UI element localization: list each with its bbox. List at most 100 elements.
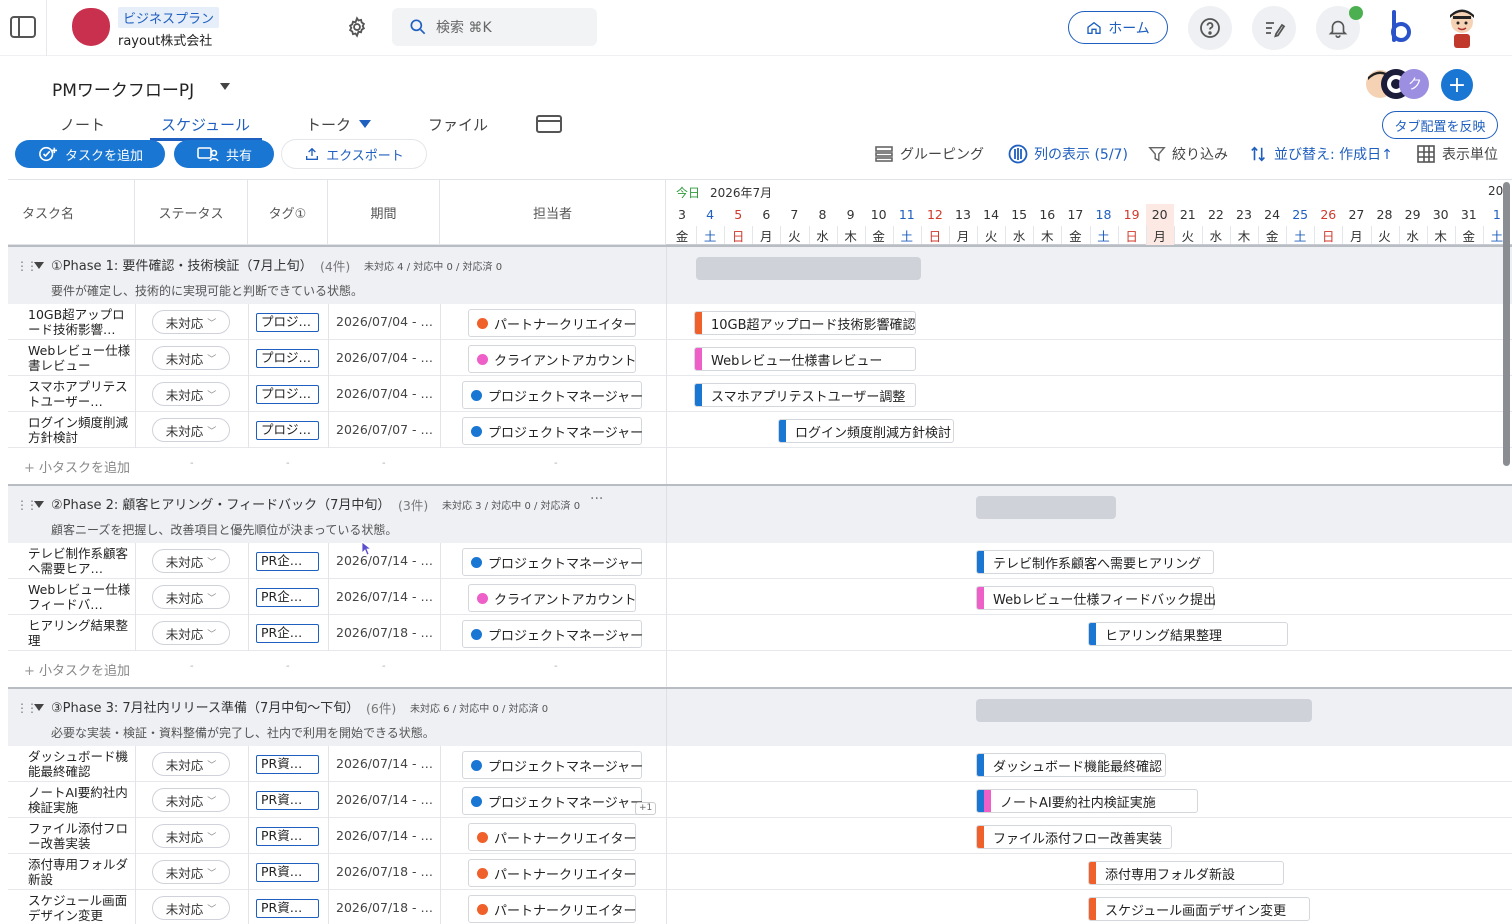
assignee-chip[interactable]: プロジェクトマネージャー <box>462 751 643 779</box>
home-button[interactable]: ホーム <box>1068 11 1168 44</box>
assignee-chip[interactable]: パートナークリエイター <box>468 859 636 887</box>
assignee-chip[interactable]: クライアントアカウント <box>468 345 636 373</box>
table-row[interactable]: 添付専用フォルダ新設 未対応 ﹀ PR資… 2026/07/18 - … パートナークリエ… <box>8 854 1512 890</box>
period-value[interactable]: 2026/07/18 - … <box>336 900 433 915</box>
assignee-chip[interactable]: プロジェクトマネージャー <box>462 417 643 445</box>
status-dropdown[interactable]: 未対応 ﹀ <box>152 310 230 334</box>
table-row[interactable]: ダッシュボード機能最終確認 未対応 ﹀ PR資… 2026/07/14 - … プロジェク… <box>8 746 1512 782</box>
grouping-button[interactable]: グルーピング <box>874 144 984 164</box>
table-row[interactable]: スケジュール画面デザイン変更 未対応 ﹀ PR資… 2026/07/18 - … パートナ… <box>8 890 1512 924</box>
status-dropdown[interactable]: 未対応 ﹀ <box>152 585 230 609</box>
add-member-button[interactable]: + <box>1441 69 1473 101</box>
sort-button[interactable]: 並び替え: 作成日↑ <box>1250 144 1393 164</box>
board-view-icon[interactable] <box>536 115 562 133</box>
column-header-task[interactable]: タスク名 <box>8 180 135 245</box>
tag-chip[interactable]: PR企… <box>256 624 319 643</box>
gantt-task-bar[interactable]: 添付専用フォルダ新設 <box>1088 861 1284 885</box>
vertical-scrollbar[interactable] <box>1503 182 1510 466</box>
tag-chip[interactable]: PR企… <box>256 552 319 571</box>
b-logo-icon[interactable] <box>1386 10 1416 44</box>
tag-chip[interactable]: プロジ… <box>256 385 319 404</box>
drag-handle-icon[interactable]: ⋮⋮ <box>16 259 38 273</box>
table-row[interactable]: 10GB超アップロード技術影響… 未対応 ﹀ プロジ… 2026/07/04 - … パー… <box>8 304 1512 340</box>
table-row[interactable]: ログイン頻度削減方針検討 未対応 ﹀ プロジ… 2026/07/07 - … プロジェクト… <box>8 412 1512 448</box>
status-dropdown[interactable]: 未対応 ﹀ <box>152 752 230 776</box>
assignee-chip[interactable]: パートナークリエイター <box>468 823 636 851</box>
chevron-down-icon[interactable] <box>359 120 371 128</box>
group-header[interactable]: ⋮⋮ ①Phase 1: 要件確認・技術検証（7月上旬） (4件) 未対応 4 / 対… <box>8 245 1512 306</box>
apply-tab-layout-button[interactable]: タブ配置を反映 <box>1382 111 1498 139</box>
gantt-task-bar[interactable]: ファイル添付フロー改善実装 <box>976 825 1172 849</box>
columns-button[interactable]: 列の表示 (5/7) <box>1008 144 1128 164</box>
collapse-caret-icon[interactable] <box>34 501 44 508</box>
tag-chip[interactable]: PR資… <box>256 863 319 882</box>
gantt-task-bar[interactable]: テレビ制作系顧客へ需要ヒアリング <box>976 550 1214 574</box>
tag-chip[interactable]: PR資… <box>256 827 319 846</box>
status-dropdown[interactable]: 未対応 ﹀ <box>152 418 230 442</box>
help-button[interactable] <box>1188 6 1232 50</box>
tag-chip[interactable]: PR企… <box>256 588 319 607</box>
collapse-caret-icon[interactable] <box>34 262 44 269</box>
period-value[interactable]: 2026/07/14 - … <box>336 756 433 771</box>
task-name[interactable]: Webレビュー仕様書レビュー <box>28 343 132 374</box>
status-dropdown[interactable]: 未対応 ﹀ <box>152 896 230 920</box>
column-header-tag[interactable]: タグ① <box>248 180 328 245</box>
period-value[interactable]: 2026/07/07 - … <box>336 422 433 437</box>
collapse-caret-icon[interactable] <box>34 704 44 711</box>
status-dropdown[interactable]: 未対応 ﹀ <box>152 346 230 370</box>
tab-note[interactable]: ノート <box>60 114 105 135</box>
gantt-task-bar[interactable]: Webレビュー仕様書レビュー <box>694 347 916 371</box>
table-row[interactable]: スマホアプリテストユーザー… 未対応 ﹀ プロジ… 2026/07/04 - … プロジェ… <box>8 376 1512 412</box>
task-name[interactable]: スケジュール画面デザイン変更 <box>28 893 132 924</box>
assignee-chip[interactable]: パートナークリエイター <box>468 309 636 337</box>
tag-chip[interactable]: PR資… <box>256 791 319 810</box>
period-value[interactable]: 2026/07/04 - … <box>336 314 433 329</box>
task-name[interactable]: テレビ制作系顧客へ需要ヒア… <box>28 546 132 577</box>
assignee-chip[interactable]: プロジェクトマネージャー <box>462 620 643 648</box>
project-menu-caret-icon[interactable] <box>220 83 230 90</box>
tag-chip[interactable]: プロジ… <box>256 313 319 332</box>
task-name[interactable]: スマホアプリテストユーザー… <box>28 379 132 410</box>
export-button[interactable]: エクスポート <box>282 140 426 168</box>
period-value[interactable]: 2026/07/14 - … <box>336 828 433 843</box>
task-name[interactable]: 10GB超アップロード技術影響… <box>28 307 132 338</box>
add-task-button[interactable]: タスクを追加 <box>15 140 165 168</box>
gantt-task-bar[interactable]: ヒアリング結果整理 <box>1088 622 1288 646</box>
period-value[interactable]: 2026/07/18 - … <box>336 625 433 640</box>
more-icon[interactable]: ··· <box>590 491 603 507</box>
assignee-chip[interactable]: プロジェクトマネージャー <box>462 548 643 576</box>
task-name[interactable]: 添付専用フォルダ新設 <box>28 857 132 888</box>
display-unit-button[interactable]: 表示単位 <box>1416 144 1498 164</box>
gantt-task-bar[interactable]: ログイン頻度削減方針検討 <box>778 419 954 443</box>
assignee-chip[interactable]: パートナークリエイター <box>468 895 636 923</box>
table-row[interactable]: ファイル添付フロー改善実装 未対応 ﹀ PR資… 2026/07/14 - … パートナー… <box>8 818 1512 854</box>
gantt-task-bar[interactable]: 10GB超アップロード技術影響確認 <box>694 311 916 335</box>
task-name[interactable]: ノートAI要約社内検証実施 <box>28 785 132 816</box>
today-button[interactable]: 今日 <box>676 184 700 201</box>
group-summary-bar[interactable] <box>696 257 921 280</box>
period-value[interactable]: 2026/07/04 - … <box>336 350 433 365</box>
gantt-task-bar[interactable]: ダッシュボード機能最終確認 <box>976 753 1166 777</box>
period-value[interactable]: 2026/07/18 - … <box>336 864 433 879</box>
gantt-task-bar[interactable]: ノートAI要約社内検証実施 <box>976 789 1198 813</box>
gear-icon[interactable] <box>340 10 374 44</box>
tab-schedule[interactable]: スケジュール <box>161 114 250 135</box>
column-header-status[interactable]: ステータス <box>135 180 248 245</box>
task-name[interactable]: ログイン頻度削減方針検討 <box>28 415 132 446</box>
group-summary-bar[interactable] <box>976 496 1116 519</box>
task-name[interactable]: Webレビュー仕様フィードバ… <box>28 582 132 613</box>
status-dropdown[interactable]: 未対応 ﹀ <box>152 382 230 406</box>
column-header-assignee[interactable]: 担当者 <box>440 180 666 245</box>
tag-chip[interactable]: プロジ… <box>256 421 319 440</box>
table-row[interactable]: Webレビュー仕様書レビュー 未対応 ﹀ プロジ… 2026/07/04 - … クライア… <box>8 340 1512 376</box>
group-summary-bar[interactable] <box>976 699 1312 722</box>
task-name[interactable]: ヒアリング結果整理 <box>28 618 132 649</box>
gantt-task-bar[interactable]: スマホアプリテストユーザー調整 <box>694 383 916 407</box>
period-value[interactable]: 2026/07/04 - … <box>336 386 433 401</box>
status-dropdown[interactable]: 未対応 ﹀ <box>152 824 230 848</box>
table-row[interactable]: Webレビュー仕様フィードバ… 未対応 ﹀ PR企… 2026/07/14 - … クライ… <box>8 579 1512 615</box>
group-header[interactable]: ⋮⋮ ③Phase 3: 7月社内リリース準備（7月中旬〜下旬） (6件) 未対応 6… <box>8 687 1512 748</box>
tag-chip[interactable]: PR資… <box>256 755 319 774</box>
gantt-task-bar[interactable]: Webレビュー仕様フィードバック提出 <box>976 586 1216 610</box>
member-avatars[interactable]: ク <box>1366 68 1432 100</box>
